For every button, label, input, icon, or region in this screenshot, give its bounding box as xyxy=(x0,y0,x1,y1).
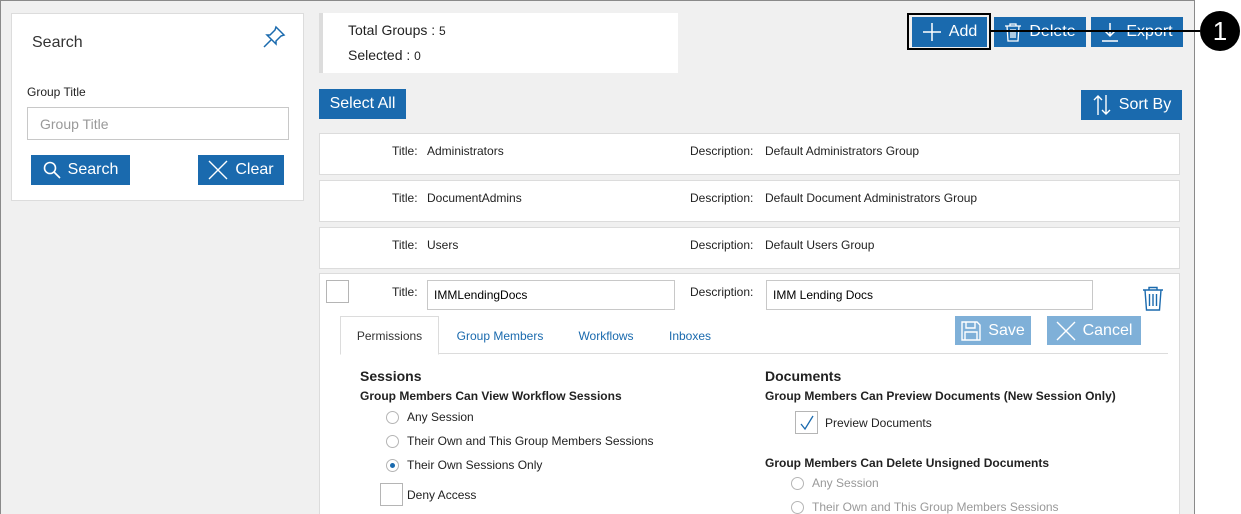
preview-documents-subheading: Group Members Can Preview Documents (New… xyxy=(765,389,1116,403)
group-title-label: Group Title xyxy=(27,85,86,99)
group-row[interactable]: Title: Users Description: Default Users … xyxy=(319,227,1180,269)
search-panel-heading: Search xyxy=(32,34,83,51)
pin-icon[interactable] xyxy=(261,24,287,50)
summary-panel: Total Groups : 5 Selected : 0 xyxy=(319,13,678,73)
search-icon xyxy=(43,161,61,179)
clear-button[interactable]: Clear xyxy=(198,155,284,185)
documents-heading: Documents xyxy=(765,368,842,384)
radio-button[interactable] xyxy=(791,476,804,490)
group-title: Users xyxy=(427,238,459,252)
clear-button-label: Clear xyxy=(235,161,274,178)
edit-title-input[interactable] xyxy=(427,280,675,310)
selected-count: Selected : 0 xyxy=(348,47,421,63)
search-button-label: Search xyxy=(67,161,119,178)
app-frame: Search Group Title Search Clear Total Gr… xyxy=(0,0,1195,514)
radio-button[interactable] xyxy=(386,410,399,424)
delete-option-any[interactable]: Any Session xyxy=(791,476,879,490)
group-edit-panel: Title: Description: Save Cancel Permissi… xyxy=(319,273,1180,514)
session-option-own-only[interactable]: Their Own Sessions Only xyxy=(386,458,542,472)
row-select-checkbox[interactable] xyxy=(326,280,349,303)
export-button-label: Export xyxy=(1126,23,1172,41)
radio-button[interactable] xyxy=(791,500,804,514)
radio-button-selected[interactable] xyxy=(386,458,399,472)
close-icon xyxy=(208,160,228,180)
session-option-any[interactable]: Any Session xyxy=(386,410,474,424)
description-label: Description: xyxy=(690,144,754,158)
trash-icon xyxy=(1005,23,1022,42)
group-description: Default Users Group xyxy=(765,238,875,252)
callout-line xyxy=(990,30,1200,32)
group-title-input[interactable] xyxy=(27,107,289,140)
title-label: Title: xyxy=(392,144,418,158)
group-row[interactable]: Title: Administrators Description: Defau… xyxy=(319,133,1180,175)
sort-icon xyxy=(1093,95,1111,115)
plus-icon xyxy=(922,23,941,41)
delete-documents-subheading: Group Members Can Delete Unsigned Docume… xyxy=(765,456,1050,470)
group-description: Default Administrators Group xyxy=(765,144,920,158)
sort-by-label: Sort By xyxy=(1118,96,1172,113)
radio-button[interactable] xyxy=(386,434,399,448)
tab-group-members[interactable]: Group Members xyxy=(448,316,552,355)
session-option-own-and-group[interactable]: Their Own and This Group Members Session… xyxy=(386,434,654,448)
view-sessions-subheading: Group Members Can View Workflow Sessions xyxy=(360,389,622,403)
search-panel: Search Group Title Search Clear xyxy=(11,13,304,201)
group-row[interactable]: Title: DocumentAdmins Description: Defau… xyxy=(319,180,1180,222)
tab-workflows[interactable]: Workflows xyxy=(568,316,644,355)
export-button[interactable]: Export xyxy=(1091,17,1183,47)
title-label: Title: xyxy=(392,191,418,205)
download-icon xyxy=(1102,23,1119,42)
title-label: Title: xyxy=(392,238,418,252)
group-title: DocumentAdmins xyxy=(427,191,522,205)
search-button[interactable]: Search xyxy=(31,155,130,185)
select-all-button[interactable]: Select All xyxy=(319,89,406,119)
deny-access-option[interactable]: Deny Access xyxy=(380,483,476,506)
add-button[interactable]: Add xyxy=(912,17,987,47)
trash-icon[interactable] xyxy=(1142,286,1164,314)
edit-description-input[interactable] xyxy=(766,280,1093,310)
delete-option-own-and-group[interactable]: Their Own and This Group Members Session… xyxy=(791,500,1059,514)
group-title: Administrators xyxy=(427,144,504,158)
title-label: Title: xyxy=(392,285,418,299)
deny-access-checkbox[interactable] xyxy=(380,483,403,506)
preview-documents-option[interactable]: Preview Documents xyxy=(795,411,932,434)
description-label: Description: xyxy=(690,285,754,299)
sessions-heading: Sessions xyxy=(360,368,422,384)
sort-by-button[interactable]: Sort By xyxy=(1081,90,1182,120)
preview-documents-checkbox[interactable] xyxy=(795,411,818,434)
select-all-label: Select All xyxy=(329,95,396,112)
callout-number: 1 xyxy=(1200,11,1240,51)
add-button-label: Add xyxy=(948,23,978,40)
description-label: Description: xyxy=(690,191,754,205)
tab-permissions[interactable]: Permissions xyxy=(340,316,439,355)
delete-button-label: Delete xyxy=(1029,23,1075,41)
description-label: Description: xyxy=(690,238,754,252)
group-description: Default Document Administrators Group xyxy=(765,191,978,205)
checkmark-icon xyxy=(799,415,814,430)
delete-button[interactable]: Delete xyxy=(994,17,1086,47)
total-groups: Total Groups : 5 xyxy=(348,22,446,38)
tab-inboxes[interactable]: Inboxes xyxy=(660,316,720,355)
edit-tabs: Permissions Group Members Workflows Inbo… xyxy=(340,316,1168,355)
